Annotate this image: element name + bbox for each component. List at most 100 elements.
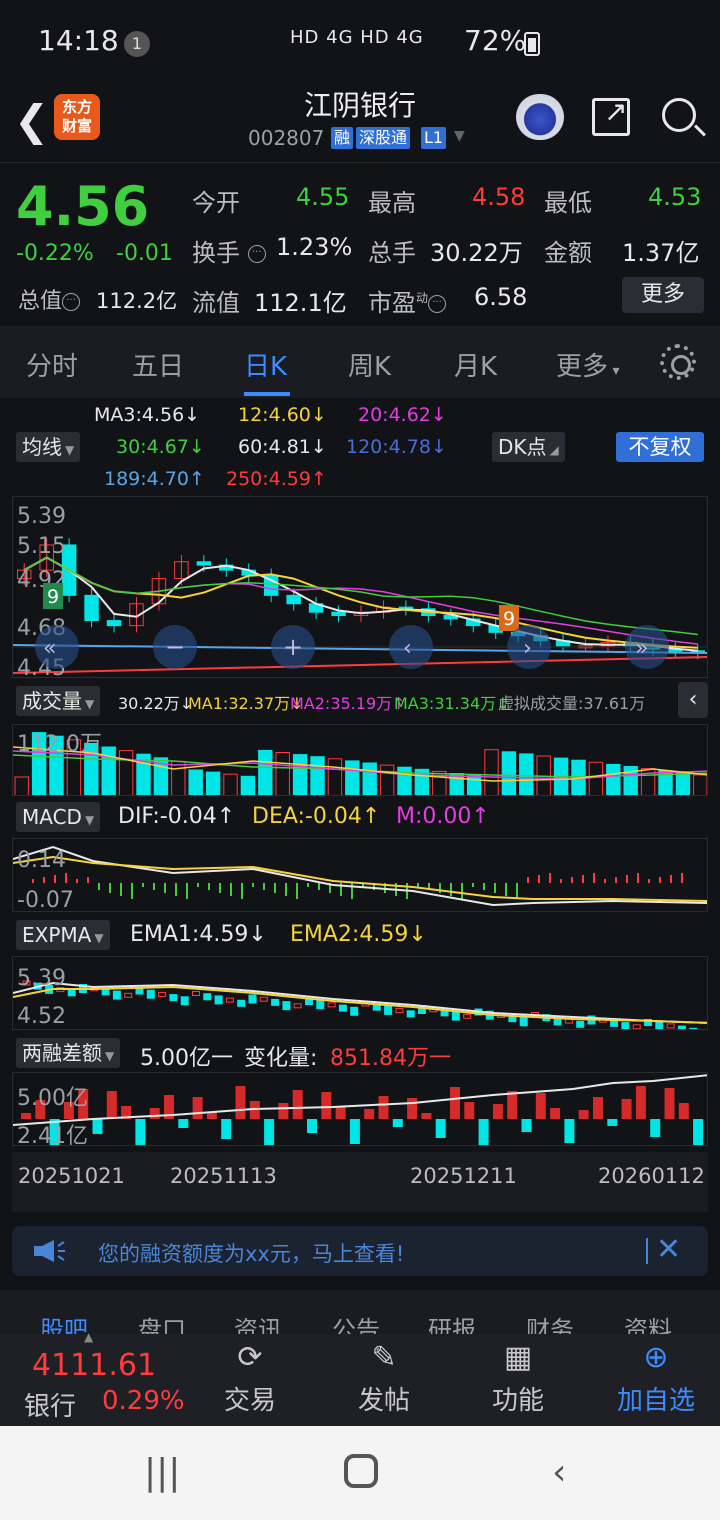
expma-candle xyxy=(124,992,133,998)
margin-bar xyxy=(278,1103,289,1119)
trade-button[interactable]: ⟳ 交易 xyxy=(212,1334,288,1426)
margin-bar xyxy=(349,1119,360,1144)
expma-candle xyxy=(451,1011,460,1021)
post-label: 发帖 xyxy=(357,1386,410,1416)
volume-bar xyxy=(379,764,395,795)
volume-bar xyxy=(118,750,134,795)
expma-panel[interactable]: 5.39 4.52 xyxy=(12,956,708,1030)
volume-label: 总手 xyxy=(368,239,416,267)
volume-selector[interactable]: 成交量 ▼ xyxy=(16,686,101,716)
index-value[interactable]: 4111.61 xyxy=(32,1348,156,1383)
expma-candle xyxy=(677,1025,686,1029)
tab-finance[interactable]: 财务 xyxy=(526,1310,574,1334)
back-icon[interactable]: ❮ xyxy=(14,96,49,145)
info-icon[interactable]: ··· xyxy=(247,245,266,263)
pe-label-text: 市盈 xyxy=(368,289,416,317)
robot-assistant-icon[interactable] xyxy=(516,94,564,140)
ma250-legend: 250:4.59↑ xyxy=(226,468,327,490)
volume-bar xyxy=(345,760,360,795)
info-icon[interactable]: ··· xyxy=(428,295,447,313)
grid-icon: ▦ xyxy=(503,1340,533,1375)
tag-level[interactable]: L1 xyxy=(421,127,447,149)
index-name[interactable]: 银行 xyxy=(24,1386,76,1423)
expma-candle xyxy=(271,998,280,1006)
tab-research[interactable]: 研报 xyxy=(428,1310,476,1334)
expma-selector[interactable]: EXPMA ▼ xyxy=(16,920,110,950)
tab-forum[interactable]: 股吧 xyxy=(40,1310,88,1334)
more-button[interactable]: 更多 xyxy=(622,277,704,313)
open-label: 今开 xyxy=(192,189,240,217)
ma-selector[interactable]: 均线 ▼ xyxy=(16,432,81,462)
index-percent[interactable]: 0.29% xyxy=(102,1386,185,1416)
quote-panel: 4.56 -0.22% -0.01 今开 4.55 最高 4.58 最低 4.5… xyxy=(0,162,720,324)
battery-icon xyxy=(524,32,540,56)
tab-news[interactable]: 资讯 xyxy=(234,1310,282,1334)
dk-point-button[interactable]: DK点 ◢ xyxy=(492,432,565,462)
share-icon[interactable] xyxy=(592,95,630,136)
candle-body xyxy=(331,611,346,617)
margin-selector-label: 两融差额 xyxy=(22,1041,102,1065)
margin-bar xyxy=(435,1119,446,1138)
scroll-left-button[interactable] xyxy=(35,625,79,669)
float-label: 流值 xyxy=(192,289,240,317)
expma-candle xyxy=(112,990,121,1000)
tab-orderbook[interactable]: 盘口 xyxy=(138,1310,186,1334)
margin-bar xyxy=(392,1119,403,1127)
gear-icon[interactable] xyxy=(660,344,696,380)
tag-margin[interactable]: 融 xyxy=(331,127,354,149)
adjust-button[interactable]: 不复权 xyxy=(616,432,704,462)
tab-monthly-k[interactable]: 月K xyxy=(454,346,497,383)
expma-candle xyxy=(214,995,223,1005)
margin-bar xyxy=(178,1119,189,1128)
margin-panel[interactable]: 5.00亿 2.41亿 xyxy=(12,1072,708,1146)
ema2-value: EMA2:4.59↓ xyxy=(290,922,427,947)
banner-text[interactable]: 您的融资额度为xx元，马上查看! xyxy=(98,1238,404,1268)
collapse-left-button[interactable]: ‹ xyxy=(678,682,708,718)
add-watchlist-button[interactable]: ⊕ 加自选 xyxy=(608,1334,704,1426)
search-icon[interactable] xyxy=(662,98,696,132)
double-left-icon: « xyxy=(43,636,56,661)
tab-announcements[interactable]: 公告 xyxy=(332,1310,380,1334)
volume-ma3: MA3:31.34万↓ xyxy=(394,694,510,713)
tab-more[interactable]: 更多 ▾ xyxy=(556,346,620,383)
ma3-line xyxy=(23,556,698,652)
tab-five-day[interactable]: 五日 xyxy=(132,346,184,383)
expma-candle xyxy=(655,1021,664,1029)
margin-change-value: 851.84万一 xyxy=(330,1046,451,1071)
stock-code: 002807 xyxy=(248,126,325,150)
margin-axis-top: 5.00亿 xyxy=(17,1086,88,1111)
macd-axis-bottom: -0.07 xyxy=(17,888,74,912)
tag-connect[interactable]: 深股通 xyxy=(356,127,411,149)
expma-candle xyxy=(689,1027,698,1029)
back-nav-icon[interactable]: ‹ xyxy=(552,1452,566,1493)
candlestick-panel[interactable]: 5.39 5.15 4.92 4.68 4.45 9 9 « − + ‹ › » xyxy=(12,496,708,678)
promo-banner[interactable]: 您的融资额度为xx元，马上查看! ✕ xyxy=(12,1226,708,1276)
tab-daily-k[interactable]: 日K xyxy=(244,346,287,383)
tab-profile[interactable]: 资料 xyxy=(624,1310,672,1334)
expma-candle xyxy=(101,988,110,996)
chevron-down-icon[interactable]: ▼ xyxy=(454,128,465,144)
function-button[interactable]: ▦ 功能 xyxy=(480,1334,556,1426)
macd-selector[interactable]: MACD ▼ xyxy=(16,802,101,832)
tab-weekly-k[interactable]: 周K xyxy=(348,346,391,383)
tab-intraday[interactable]: 分时 xyxy=(26,346,78,383)
ma30-legend: 30:4.67↓ xyxy=(116,436,205,458)
post-button[interactable]: ✎ 发帖 xyxy=(346,1334,422,1426)
expma-candle xyxy=(576,1020,585,1028)
period-tabs: 分时 五日 日K 周K 月K 更多 ▾ xyxy=(0,326,720,398)
recents-icon[interactable]: ||| xyxy=(144,1452,180,1493)
float-value: 112.1亿 xyxy=(254,289,347,317)
bottom-toolbar: ▲ 4111.61 银行 0.29% ⟳ 交易 ✎ 发帖 ▦ 功能 ⊕ 加自选 xyxy=(0,1330,720,1426)
caret-down-icon: ▼ xyxy=(65,443,75,457)
macd-panel[interactable]: 0.14 -0.07 xyxy=(12,838,708,912)
margin-bar xyxy=(478,1119,489,1145)
margin-bar xyxy=(364,1109,375,1119)
info-icon[interactable]: ··· xyxy=(62,293,81,311)
volume-panel[interactable]: 112.0万 xyxy=(12,724,708,796)
double-right-icon: » xyxy=(635,636,648,661)
mcap-label: 总值 ··· xyxy=(18,283,81,315)
margin-bar xyxy=(678,1103,689,1119)
home-icon[interactable] xyxy=(344,1454,378,1488)
close-icon[interactable]: ✕ xyxy=(656,1232,681,1267)
margin-selector[interactable]: 两融差额 ▼ xyxy=(16,1038,121,1068)
